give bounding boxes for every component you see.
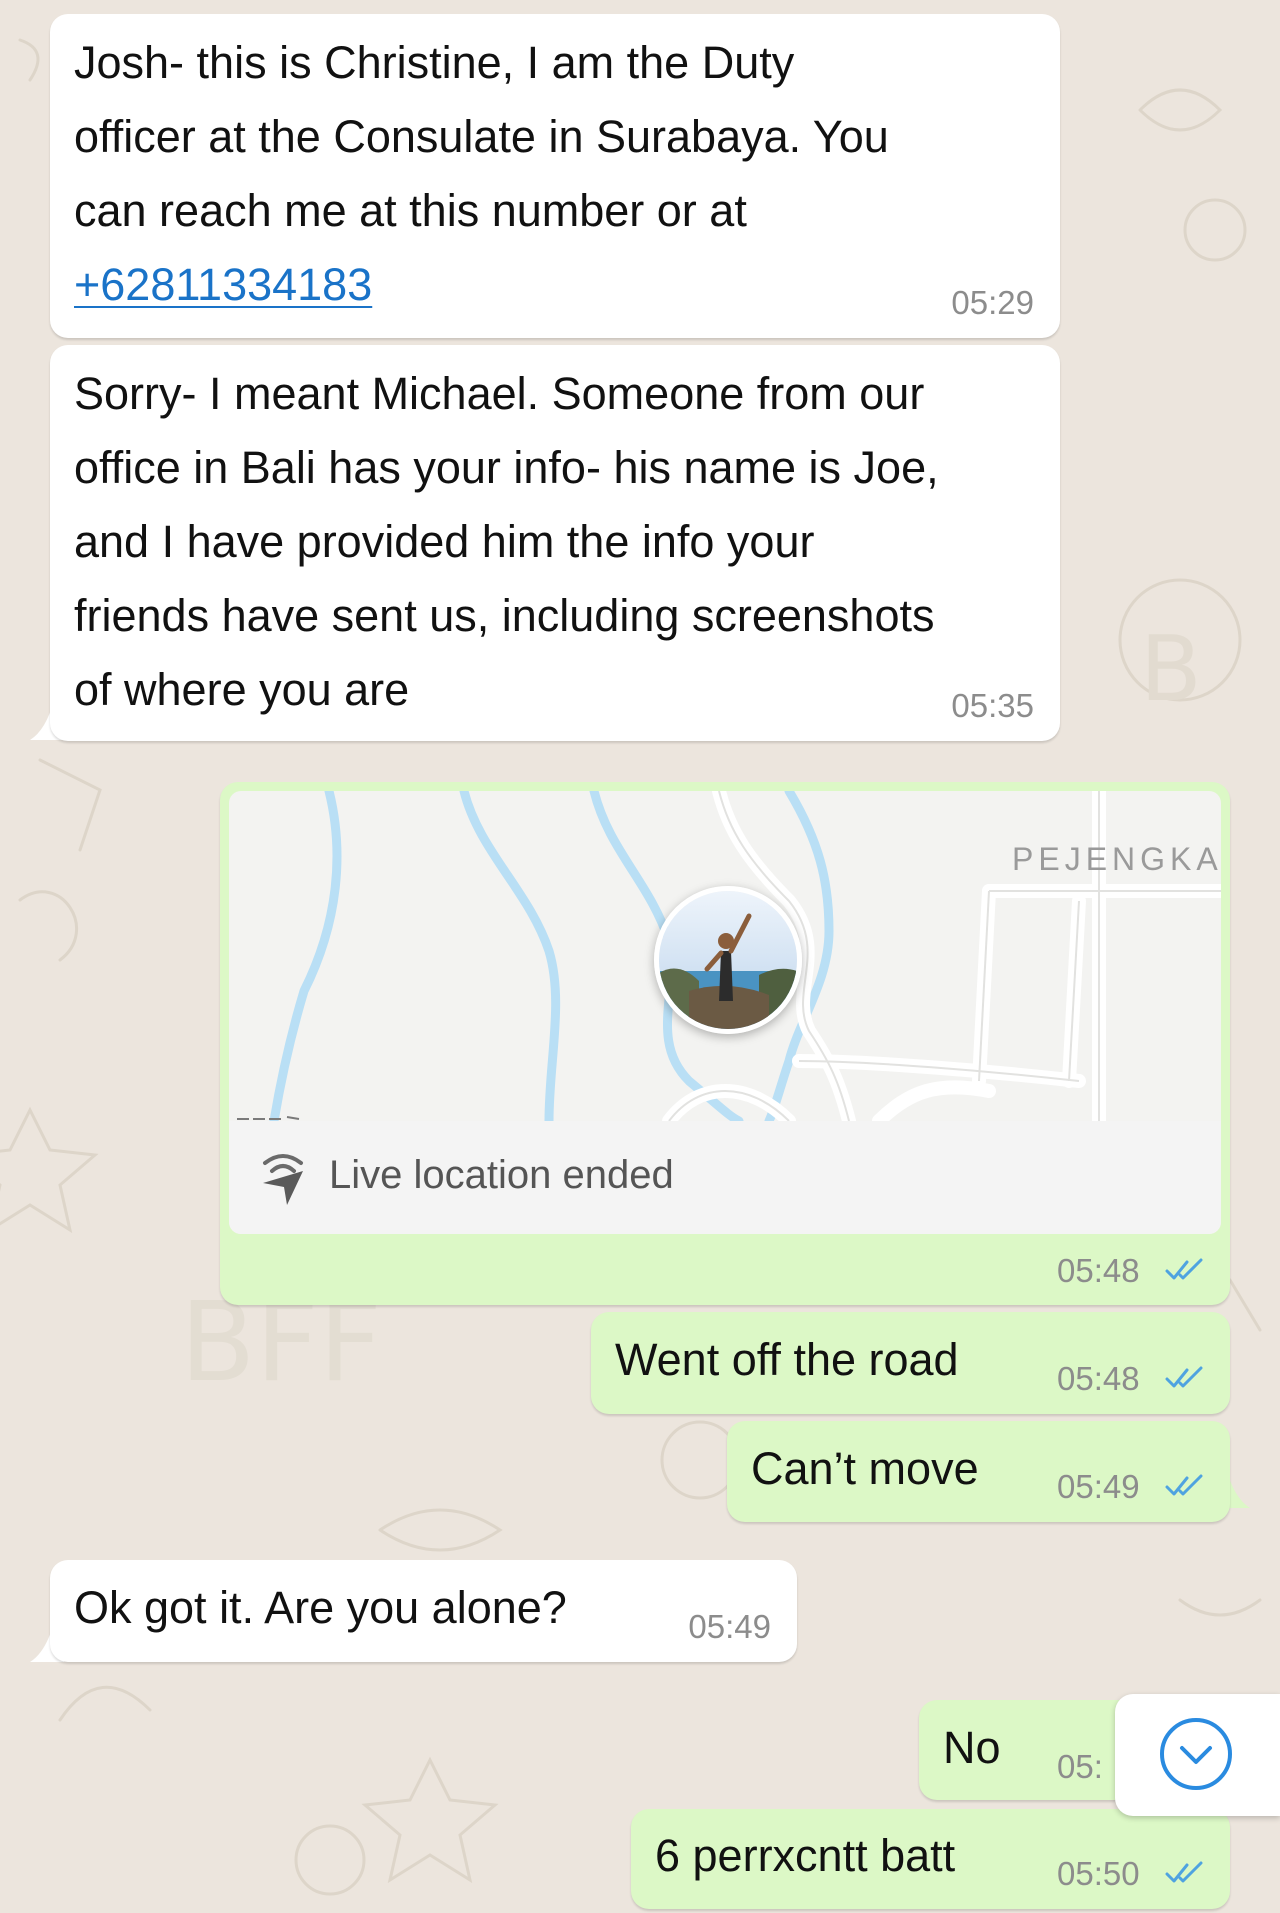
message-bubble-outgoing[interactable]: Can’t move 05:49 [727, 1421, 1230, 1522]
chevron-down-icon [1160, 1718, 1232, 1790]
double-check-icon [1165, 1861, 1203, 1883]
message-timestamp: 05:29 [951, 284, 1034, 321]
live-location-status-bar: Live location ended [229, 1121, 1221, 1234]
live-location-icon [263, 1154, 303, 1205]
message-text: Can’t move [751, 1443, 979, 1494]
double-check-icon [1165, 1474, 1203, 1496]
message-timestamp: 05:49 [688, 1608, 771, 1645]
message-text: Sorry- I meant Michael. Someone from our… [74, 368, 939, 715]
avatar [654, 886, 802, 1034]
map-place-label: PEJENGKA [1012, 841, 1221, 877]
live-location-message[interactable]: PEJENGKA Live location ended 05:48 [220, 782, 1230, 1305]
message-text: Josh- this is Christine, I am the Duty o… [74, 37, 889, 310]
svg-text:B: B [1140, 617, 1202, 722]
message-bubble-outgoing[interactable]: 6 perrxcntt batt 05:50 [631, 1809, 1230, 1909]
message-timestamp: 05:48 [1057, 1360, 1140, 1397]
phone-number-link[interactable]: +62811334183 [74, 259, 372, 310]
message-text: 6 perrxcntt batt [655, 1830, 956, 1881]
message-text: Ok got it. Are you alone? [74, 1582, 567, 1633]
message-bubble-outgoing[interactable]: Went off the road 05:48 [591, 1312, 1230, 1414]
message-text: No [943, 1722, 1001, 1773]
live-location-map[interactable]: PEJENGKA Live location ended [229, 791, 1221, 1234]
message-timestamp: 05:35 [951, 687, 1034, 724]
message-timestamp: 05:48 [1057, 1252, 1140, 1289]
message-bubble-incoming[interactable]: Ok got it. Are you alone? 05:49 [50, 1560, 797, 1662]
double-check-icon [1165, 1366, 1203, 1388]
message-timestamp: 05:49 [1057, 1468, 1140, 1505]
message-bubble-incoming[interactable]: Josh- this is Christine, I am the Duty o… [50, 14, 1060, 338]
message-timestamp: 05: [1057, 1748, 1103, 1785]
message-timestamp: 05:50 [1057, 1855, 1140, 1892]
live-location-status: Live location ended [329, 1153, 674, 1197]
message-bubble-incoming[interactable]: Sorry- I meant Michael. Someone from our… [50, 345, 1060, 741]
scroll-to-bottom-button[interactable] [1115, 1694, 1280, 1816]
message-text: Went off the road [615, 1334, 959, 1385]
double-check-icon [1165, 1258, 1203, 1280]
